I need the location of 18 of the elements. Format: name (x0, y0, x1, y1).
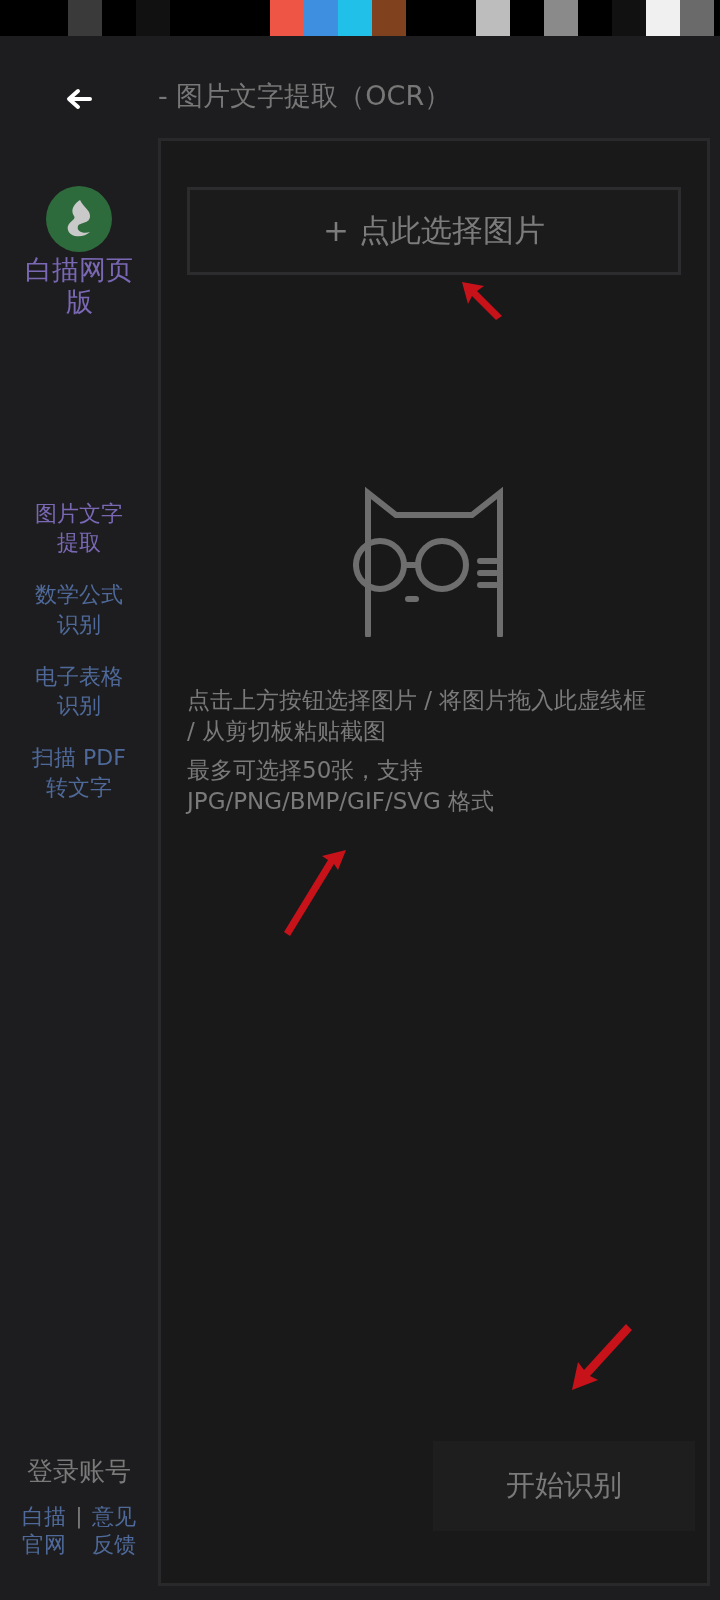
page-title: - 图片文字提取（OCR） (158, 79, 453, 113)
nav-item[interactable]: 电子表格识别 (25, 661, 133, 721)
hint-text: 点击上方按钮选择图片 / 将图片拖入此虚线框 / 从剪切板粘贴截图 (187, 686, 648, 746)
start-recognition-button[interactable]: 开始识别 (433, 1441, 695, 1531)
annotation-arrow (460, 280, 504, 322)
annotation-arrow (570, 1322, 634, 1392)
hint-text: 最多可选择50张，支持 JPG/PNG/BMP/GIF/SVG 格式 (187, 756, 496, 816)
squirrel-logo-icon (46, 186, 112, 252)
link[interactable]: 意见反馈 (88, 1502, 139, 1560)
back-arrow-icon (66, 88, 92, 110)
login-link[interactable]: 登录账号 (27, 1453, 131, 1489)
select-image-button[interactable]: + 点此选择图片 (187, 187, 681, 275)
separator: | (75, 1502, 83, 1528)
nav-item[interactable]: 数学公式识别 (25, 580, 133, 640)
brand-title: 白描网页版 (24, 254, 134, 319)
link[interactable]: 白描官网 (19, 1502, 70, 1560)
nav-item[interactable]: 扫描 PDF 转文字 (25, 742, 133, 803)
nav-item[interactable]: 图片文字提取 (25, 498, 133, 559)
